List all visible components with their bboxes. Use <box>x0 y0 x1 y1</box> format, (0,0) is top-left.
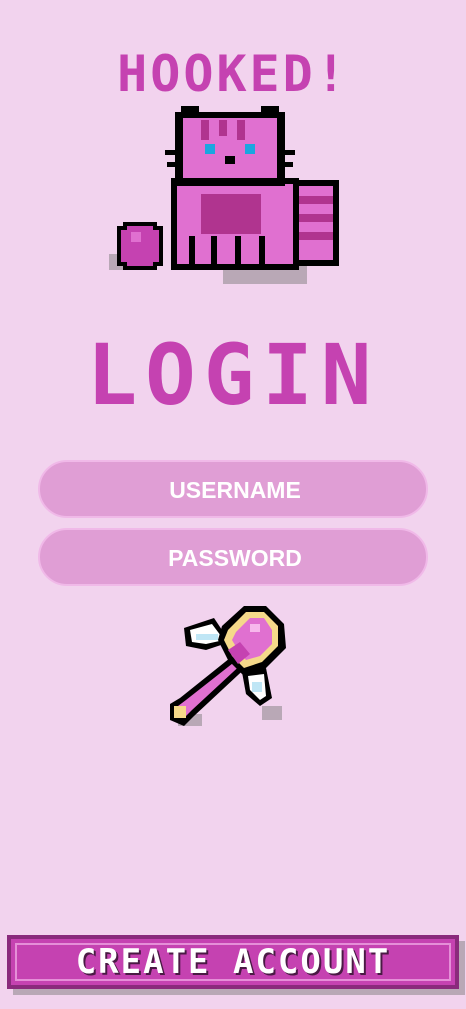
password-field[interactable] <box>38 528 430 586</box>
pixel-heart-wand-icon <box>170 606 286 726</box>
password-input[interactable] <box>40 530 430 586</box>
login-heading: LOGIN <box>86 326 380 424</box>
create-account-button[interactable]: CREATE ACCOUNT <box>7 935 459 989</box>
app-title: HOOKED! <box>117 45 349 103</box>
username-field[interactable] <box>38 460 430 518</box>
pixel-cat-with-yarn-icon <box>109 106 339 284</box>
create-account-label: CREATE ACCOUNT <box>75 942 391 982</box>
username-input[interactable] <box>40 462 430 518</box>
